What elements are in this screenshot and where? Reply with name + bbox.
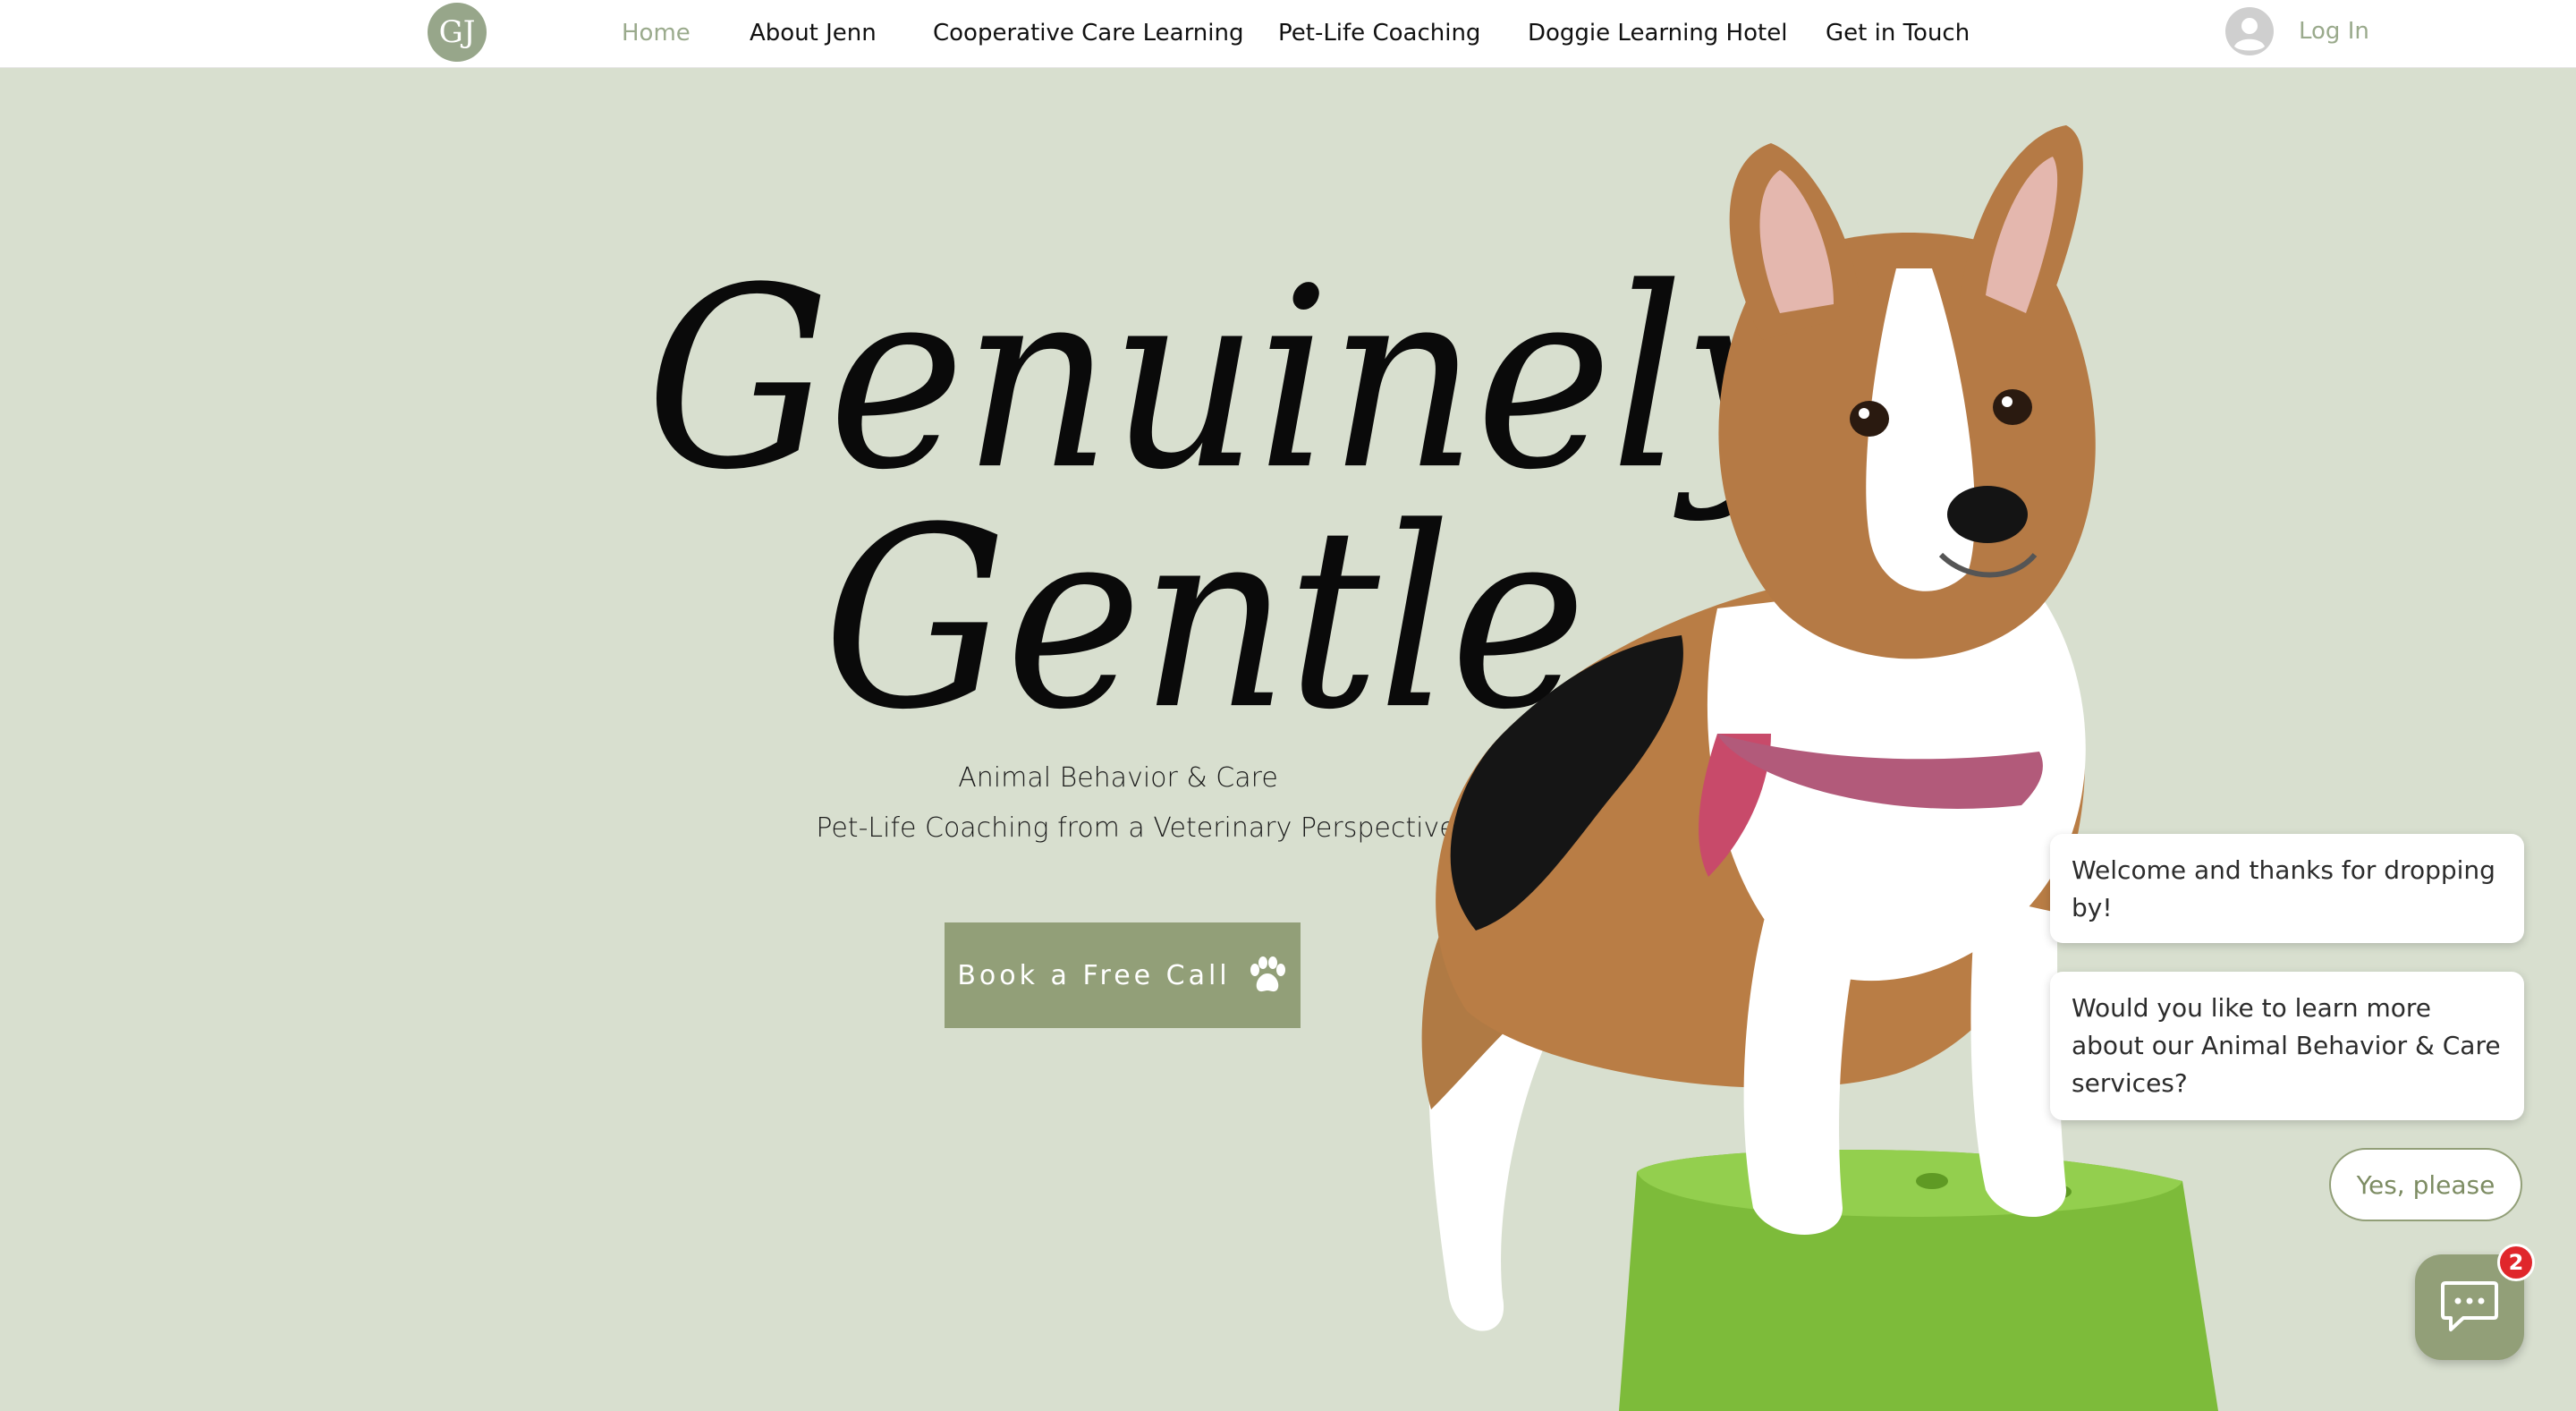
unread-count-badge: 2 bbox=[2497, 1244, 2535, 1281]
chat-quick-reply-button[interactable]: Yes, please bbox=[2329, 1148, 2522, 1221]
nav-pet-life-coaching[interactable]: Pet-Life Coaching bbox=[1278, 16, 1480, 50]
chat-message: Welcome and thanks for dropping by! bbox=[2050, 834, 2524, 943]
book-free-call-button[interactable]: Book a Free Call bbox=[945, 922, 1301, 1028]
chat-icon bbox=[2441, 1281, 2498, 1331]
user-avatar-icon[interactable] bbox=[2225, 7, 2274, 55]
cta-label: Book a Free Call bbox=[957, 959, 1231, 991]
nav-doggie-learning-hotel[interactable]: Doggie Learning Hotel bbox=[1528, 16, 1787, 50]
nav-get-in-touch[interactable]: Get in Touch bbox=[1826, 16, 1970, 50]
logo-icon[interactable]: GJ bbox=[428, 3, 487, 62]
site-header: GJ Home About Jenn Cooperative Care Lear… bbox=[0, 0, 2576, 68]
corgi-photo bbox=[1421, 125, 2218, 1411]
login-link[interactable]: Log In bbox=[2299, 14, 2369, 48]
nav-cooperative-care-learning[interactable]: Cooperative Care Learning bbox=[933, 16, 1244, 50]
logo-text: GJ bbox=[439, 14, 476, 50]
nav-about-jenn[interactable]: About Jenn bbox=[750, 16, 877, 50]
nav-home[interactable]: Home bbox=[622, 16, 691, 50]
chat-message: Would you like to learn more about our A… bbox=[2050, 972, 2524, 1120]
paw-icon bbox=[1250, 956, 1285, 992]
page: GJ Home About Jenn Cooperative Care Lear… bbox=[0, 0, 2576, 1411]
